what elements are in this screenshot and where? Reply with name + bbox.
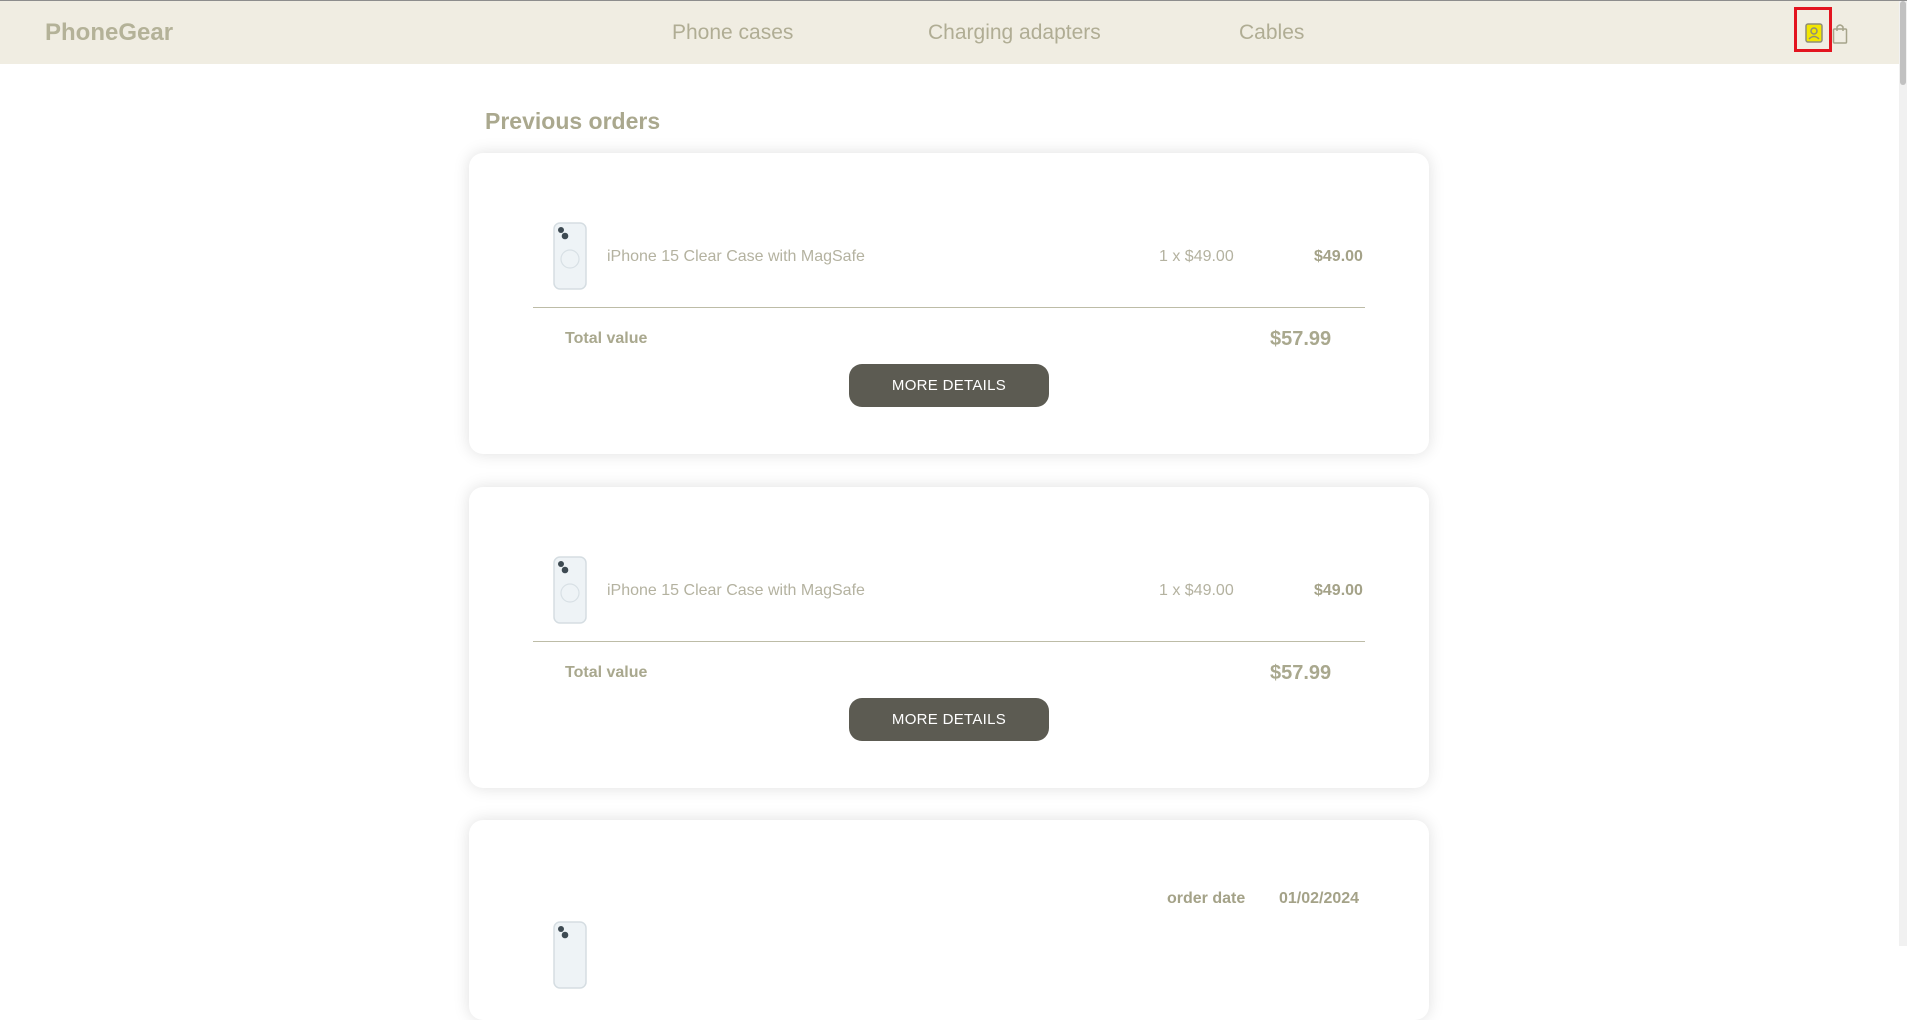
- brand-logo[interactable]: PhoneGear: [45, 19, 173, 47]
- total-label: Total value: [565, 664, 648, 681]
- divider: [533, 641, 1365, 642]
- nav-phone-cases[interactable]: Phone cases: [672, 21, 793, 45]
- order-date-value: 01/02/2024: [1279, 890, 1360, 907]
- item-quantity: 1 x $49.00: [1159, 248, 1234, 265]
- order-date-label: order date: [1167, 890, 1246, 907]
- item-price: $49.00: [1314, 248, 1363, 265]
- selection-highlight: [1794, 7, 1832, 52]
- more-details-button[interactable]: MORE DETAILS: [849, 698, 1049, 741]
- total-value: $57.99: [1270, 328, 1332, 350]
- product-thumbnail[interactable]: [552, 920, 588, 995]
- more-details-button[interactable]: MORE DETAILS: [849, 364, 1049, 407]
- product-thumbnail[interactable]: [552, 221, 588, 296]
- item-name[interactable]: iPhone 15 Clear Case with MagSafe: [607, 248, 865, 266]
- item-price: $49.00: [1314, 582, 1363, 599]
- total-label: Total value: [565, 330, 648, 347]
- order-card: order date 01/02/2024: [469, 820, 1429, 1020]
- scrollbar-thumb[interactable]: [1900, 1, 1906, 85]
- top-navigation-bar: PhoneGear Phone cases Charging adapters …: [0, 0, 1907, 64]
- shopping-bag-icon[interactable]: [1832, 23, 1848, 44]
- order-card: iPhone 15 Clear Case with MagSafe 1 x $4…: [469, 487, 1429, 788]
- page-scrollbar[interactable]: [1899, 1, 1907, 946]
- divider: [533, 307, 1365, 308]
- item-name[interactable]: iPhone 15 Clear Case with MagSafe: [607, 582, 865, 600]
- product-thumbnail[interactable]: [552, 555, 588, 630]
- order-card: iPhone 15 Clear Case with MagSafe 1 x $4…: [469, 153, 1429, 454]
- item-quantity: 1 x $49.00: [1159, 582, 1234, 599]
- nav-charging-adapters[interactable]: Charging adapters: [928, 21, 1101, 45]
- total-value: $57.99: [1270, 662, 1332, 684]
- nav-cables[interactable]: Cables: [1239, 21, 1304, 45]
- page-title: Previous orders: [485, 108, 661, 134]
